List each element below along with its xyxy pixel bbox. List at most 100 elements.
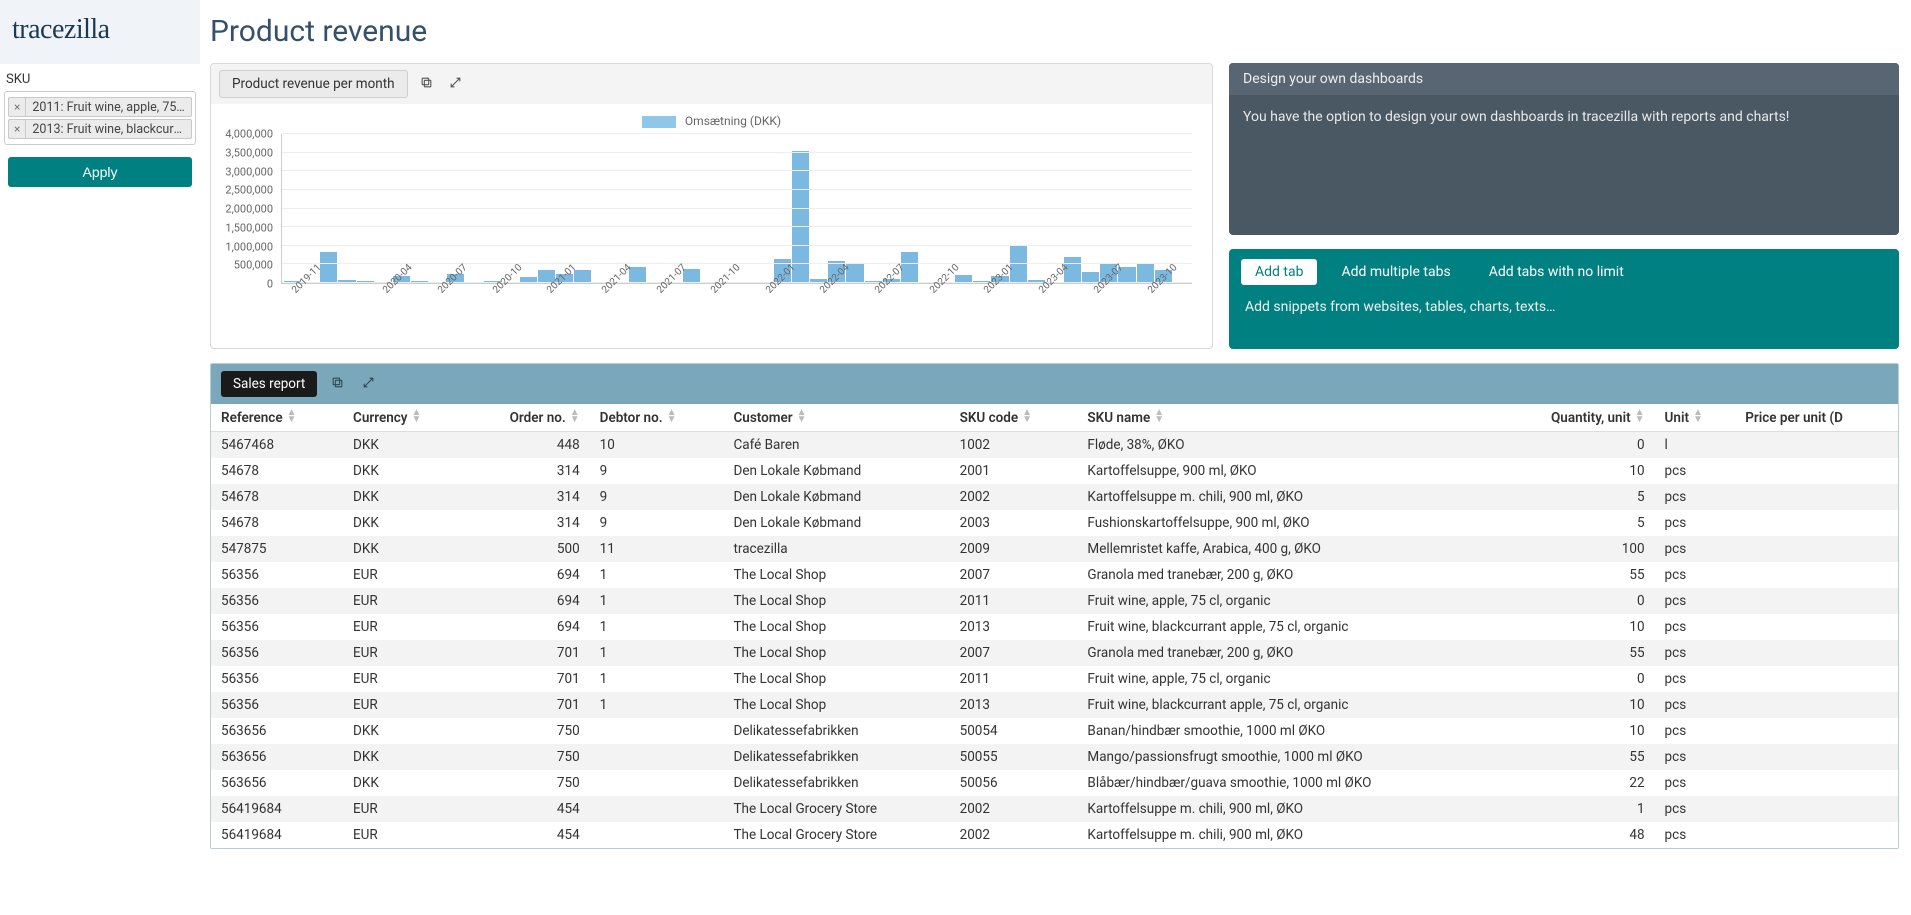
expand-icon[interactable]	[445, 73, 466, 96]
table-cell: 55	[1498, 640, 1655, 666]
table-row[interactable]: 547875DKK50011tracezilla2009Mellemristet…	[211, 536, 1898, 562]
table-cell: 50054	[950, 718, 1078, 744]
table-row[interactable]: 54678DKK3149Den Lokale Købmand2002Kartof…	[211, 484, 1898, 510]
table-cell: 2013	[950, 692, 1078, 718]
table-cell: pcs	[1655, 510, 1736, 536]
table-cell: EUR	[343, 796, 465, 822]
table-cell: Fruit wine, apple, 75 cl, organic	[1077, 588, 1497, 614]
table-row[interactable]: 5467468DKK44810Café Baren1002Fløde, 38%,…	[211, 432, 1898, 459]
table-cell: Delikatessefabrikken	[723, 718, 949, 744]
table-cell	[1735, 640, 1898, 666]
column-label: Customer	[733, 410, 792, 426]
table-cell: 100	[1498, 536, 1655, 562]
chip-remove-icon[interactable]: ×	[9, 98, 26, 116]
table-cell: 454	[465, 822, 589, 848]
table-row[interactable]: 56356EUR7011The Local Shop2007Granola me…	[211, 640, 1898, 666]
table-cell: The Local Shop	[723, 640, 949, 666]
table-header[interactable]: Debtor no.▲▼	[590, 404, 724, 432]
expand-icon[interactable]	[358, 373, 379, 396]
table-cell	[1735, 510, 1898, 536]
copy-icon[interactable]	[416, 73, 437, 96]
apply-button[interactable]: Apply	[8, 157, 192, 187]
table-cell: 50055	[950, 744, 1078, 770]
table-cell: Blåbær/hindbær/guava smoothie, 1000 ml Ø…	[1077, 770, 1497, 796]
table-header[interactable]: Quantity, unit▲▼	[1498, 404, 1655, 432]
chart-panel-title-tab[interactable]: Product revenue per month	[219, 70, 408, 98]
sku-chip: ×2011: Fruit wine, apple, 75 cl, or…	[8, 97, 192, 117]
table-row[interactable]: 56356EUR7011The Local Shop2013Fruit wine…	[211, 692, 1898, 718]
table-row[interactable]: 563656DKK750Delikatessefabrikken50056Blå…	[211, 770, 1898, 796]
table-header[interactable]: Price per unit (D	[1735, 404, 1898, 432]
sales-table-wrap[interactable]: Reference▲▼Currency▲▼Order no.▲▼Debtor n…	[211, 404, 1898, 848]
teal-tab[interactable]: Add tab	[1241, 259, 1317, 285]
table-header[interactable]: Order no.▲▼	[465, 404, 589, 432]
table-cell	[590, 822, 724, 848]
table-cell: Café Baren	[723, 432, 949, 459]
table-row[interactable]: 56356EUR6941The Local Shop2013Fruit wine…	[211, 614, 1898, 640]
table-cell: EUR	[343, 822, 465, 848]
table-cell	[1735, 614, 1898, 640]
y-tick: 0	[267, 278, 273, 291]
table-cell	[1735, 458, 1898, 484]
table-cell: The Local Grocery Store	[723, 796, 949, 822]
sales-report-title-tab[interactable]: Sales report	[221, 371, 317, 397]
sku-chip-container[interactable]: ×2011: Fruit wine, apple, 75 cl, or…×201…	[4, 91, 196, 145]
table-header[interactable]: SKU code▲▼	[950, 404, 1078, 432]
plot-area	[281, 134, 1192, 284]
table-cell: 314	[465, 510, 589, 536]
legend-label: Omsætning (DKK)	[685, 114, 781, 128]
column-label: Debtor no.	[600, 410, 663, 426]
table-cell: pcs	[1655, 822, 1736, 848]
table-cell: 2001	[950, 458, 1078, 484]
column-label: Order no.	[510, 410, 566, 426]
table-cell: 1	[1498, 796, 1655, 822]
table-cell: Mango/passionsfrugt smoothie, 1000 ml ØK…	[1077, 744, 1497, 770]
table-row[interactable]: 56419684EUR454The Local Grocery Store200…	[211, 822, 1898, 848]
teal-tab[interactable]: Add tabs with no limit	[1475, 259, 1638, 285]
table-row[interactable]: 56356EUR6941The Local Shop2007Granola me…	[211, 562, 1898, 588]
table-cell: pcs	[1655, 796, 1736, 822]
teal-tab[interactable]: Add multiple tabs	[1327, 259, 1464, 285]
chart-area: 0500,0001,000,0001,500,0002,000,0002,500…	[281, 134, 1192, 304]
sort-icon: ▲▼	[1154, 409, 1164, 423]
table-cell: 563656	[211, 744, 343, 770]
table-row[interactable]: 54678DKK3149Den Lokale Købmand2003Fushio…	[211, 510, 1898, 536]
table-cell: 701	[465, 692, 589, 718]
table-row[interactable]: 563656DKK750Delikatessefabrikken50054Ban…	[211, 718, 1898, 744]
design-dashboards-panel: Design your own dashboards You have the …	[1229, 63, 1899, 235]
table-row[interactable]: 56419684EUR454The Local Grocery Store200…	[211, 796, 1898, 822]
table-row[interactable]: 56356EUR7011The Local Shop2011Fruit wine…	[211, 666, 1898, 692]
grid-line	[282, 152, 1192, 153]
table-cell: 2002	[950, 484, 1078, 510]
chart-panel: Product revenue per month Omsætning (DKK…	[210, 63, 1213, 349]
table-row[interactable]: 56356EUR6941The Local Shop2011Fruit wine…	[211, 588, 1898, 614]
table-row[interactable]: 54678DKK3149Den Lokale Købmand2001Kartof…	[211, 458, 1898, 484]
copy-icon[interactable]	[327, 373, 348, 396]
table-header[interactable]: Unit▲▼	[1655, 404, 1736, 432]
table-cell: 701	[465, 640, 589, 666]
table-header[interactable]: Reference▲▼	[211, 404, 343, 432]
table-header[interactable]: Currency▲▼	[343, 404, 465, 432]
chip-remove-icon[interactable]: ×	[9, 120, 26, 138]
bar[interactable]	[1137, 263, 1154, 283]
table-cell: pcs	[1655, 640, 1736, 666]
table-cell: 48	[1498, 822, 1655, 848]
table-cell: 0	[1498, 588, 1655, 614]
table-cell: pcs	[1655, 692, 1736, 718]
sales-report-panel: Sales report Reference▲▼Currency▲▼Order …	[210, 363, 1899, 849]
table-header[interactable]: Customer▲▼	[723, 404, 949, 432]
table-cell: 5	[1498, 510, 1655, 536]
y-tick: 3,000,000	[225, 165, 273, 178]
table-header[interactable]: SKU name▲▼	[1077, 404, 1497, 432]
table-cell	[1735, 744, 1898, 770]
table-cell: Den Lokale Købmand	[723, 510, 949, 536]
table-cell: 9	[590, 510, 724, 536]
sales-report-header: Sales report	[211, 364, 1898, 404]
table-cell: 56356	[211, 588, 343, 614]
table-cell: DKK	[343, 744, 465, 770]
y-tick: 2,000,000	[225, 203, 273, 216]
bar[interactable]	[320, 252, 337, 283]
table-cell: 563656	[211, 718, 343, 744]
table-row[interactable]: 563656DKK750Delikatessefabrikken50055Man…	[211, 744, 1898, 770]
table-cell	[1735, 484, 1898, 510]
